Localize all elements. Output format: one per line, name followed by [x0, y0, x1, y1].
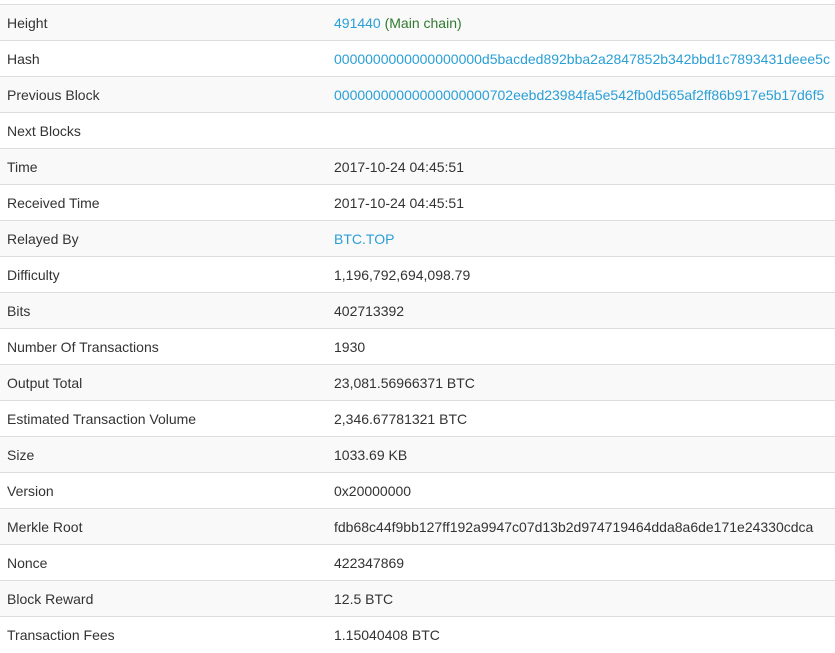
row-label-received-time: Received Time: [0, 184, 327, 221]
main-chain-status: (Main chain): [384, 14, 462, 31]
row-label-est-tx-volume: Estimated Transaction Volume: [0, 400, 327, 437]
table-row-time: Time 2017-10-24 04:45:51: [0, 148, 835, 185]
table-row-output-total: Output Total 23,081.56966371 BTC: [0, 364, 835, 401]
row-label-num-transactions: Number Of Transactions: [0, 328, 327, 365]
row-label-bits: Bits: [0, 292, 327, 329]
row-label-size: Size: [0, 436, 327, 473]
row-label-relayed-by: Relayed By: [0, 220, 327, 257]
row-value-nonce: 422347869: [327, 544, 835, 581]
row-value-time: 2017-10-24 04:45:51: [327, 148, 835, 185]
row-label-next-blocks: Next Blocks: [0, 112, 327, 149]
row-value-merkle-root: fdb68c44f9bb127ff192a9947c07d13b2d974719…: [327, 508, 835, 545]
row-value-received-time: 2017-10-24 04:45:51: [327, 184, 835, 221]
table-row-version: Version 0x20000000: [0, 472, 835, 509]
row-value-hash: 0000000000000000000d5bacded892bba2a28478…: [327, 40, 835, 77]
row-value-est-tx-volume: 2,346.67781321 BTC: [327, 400, 835, 437]
row-label-transaction-fees: Transaction Fees: [0, 616, 327, 653]
row-label-nonce: Nonce: [0, 544, 327, 581]
table-row-block-reward: Block Reward 12.5 BTC: [0, 580, 835, 617]
previous-block-link[interactable]: 00000000000000000000702eebd23984fa5e542f…: [334, 87, 824, 103]
row-value-difficulty: 1,196,792,694,098.79: [327, 256, 835, 293]
table-row-height: Height 491440 (Main chain): [0, 4, 835, 41]
row-label-height: Height: [0, 4, 327, 41]
row-value-next-blocks: [327, 112, 835, 149]
block-summary-table: Height 491440 (Main chain) Hash 00000000…: [0, 4, 835, 653]
row-value-num-transactions: 1930: [327, 328, 835, 365]
row-value-bits: 402713392: [327, 292, 835, 329]
block-height-link[interactable]: 491440: [334, 15, 381, 31]
table-row-previous-block: Previous Block 00000000000000000000702ee…: [0, 76, 835, 113]
row-label-block-reward: Block Reward: [0, 580, 327, 617]
row-value-transaction-fees: 1.15040408 BTC: [327, 616, 835, 653]
row-value-block-reward: 12.5 BTC: [327, 580, 835, 617]
table-row-num-transactions: Number Of Transactions 1930: [0, 328, 835, 365]
table-row-relayed-by: Relayed By BTC.TOP: [0, 220, 835, 257]
table-row-nonce: Nonce 422347869: [0, 544, 835, 581]
table-row-est-tx-volume: Estimated Transaction Volume 2,346.67781…: [0, 400, 835, 437]
row-label-merkle-root: Merkle Root: [0, 508, 327, 545]
table-row-hash: Hash 0000000000000000000d5bacded892bba2a…: [0, 40, 835, 77]
row-value-relayed-by: BTC.TOP: [327, 220, 835, 257]
table-row-received-time: Received Time 2017-10-24 04:45:51: [0, 184, 835, 221]
row-label-time: Time: [0, 148, 327, 185]
table-row-merkle-root: Merkle Root fdb68c44f9bb127ff192a9947c07…: [0, 508, 835, 545]
table-row-size: Size 1033.69 KB: [0, 436, 835, 473]
row-label-difficulty: Difficulty: [0, 256, 327, 293]
row-value-version: 0x20000000: [327, 472, 835, 509]
row-label-version: Version: [0, 472, 327, 509]
table-row-difficulty: Difficulty 1,196,792,694,098.79: [0, 256, 835, 293]
row-label-hash: Hash: [0, 40, 327, 77]
row-value-output-total: 23,081.56966371 BTC: [327, 364, 835, 401]
block-hash-link[interactable]: 0000000000000000000d5bacded892bba2a28478…: [334, 51, 830, 67]
row-label-previous-block: Previous Block: [0, 76, 327, 113]
table-row-bits: Bits 402713392: [0, 292, 835, 329]
row-label-output-total: Output Total: [0, 364, 327, 401]
row-value-size: 1033.69 KB: [327, 436, 835, 473]
table-row-transaction-fees: Transaction Fees 1.15040408 BTC: [0, 616, 835, 653]
table-row-next-blocks: Next Blocks: [0, 112, 835, 149]
relayed-by-link[interactable]: BTC.TOP: [334, 231, 394, 247]
row-value-height: 491440 (Main chain): [327, 4, 835, 41]
row-value-previous-block: 00000000000000000000702eebd23984fa5e542f…: [327, 76, 835, 113]
